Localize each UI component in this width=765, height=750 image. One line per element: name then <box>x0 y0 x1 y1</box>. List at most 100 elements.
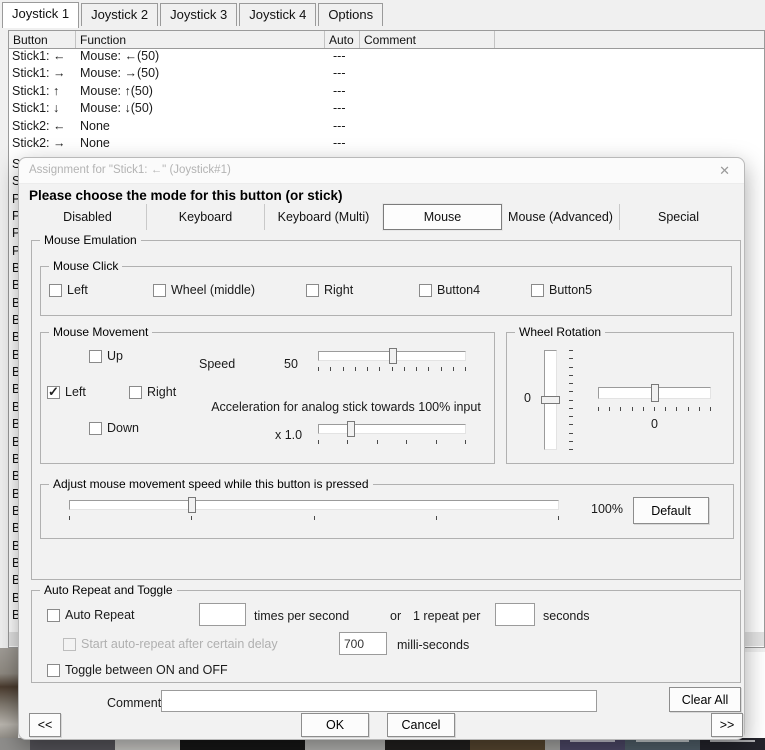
repeat-seconds-input[interactable] <box>495 603 535 626</box>
slider-track[interactable] <box>318 424 466 434</box>
group-title: Mouse Movement <box>49 325 153 339</box>
checkbox-label: Auto Repeat <box>65 608 135 622</box>
slider-track[interactable] <box>69 500 559 510</box>
wheel-horizontal-ticks <box>598 407 711 412</box>
checkbox-button5[interactable]: Button5 <box>531 283 592 297</box>
checkbox-box[interactable] <box>49 283 62 297</box>
row-button-cell: Stick2: → <box>12 135 66 150</box>
slider-thumb[interactable] <box>541 396 560 404</box>
checkbox-label: Button4 <box>437 283 481 297</box>
table-row[interactable]: Stick1: ↑ Mouse: ↑(50) --- <box>9 84 764 101</box>
column-header-auto[interactable]: Auto <box>325 31 360 48</box>
desktop-wallpaper-sliver <box>0 648 18 750</box>
checkbox-toggle-on-off[interactable]: Toggle between ON and OFF <box>47 663 228 677</box>
checkbox-box[interactable] <box>153 283 166 297</box>
group-adjust-speed: Adjust mouse movement speed while this b… <box>40 477 734 539</box>
tab-joystick-3[interactable]: Joystick 3 <box>160 3 238 26</box>
slider-thumb[interactable] <box>650 384 659 402</box>
checkbox-box[interactable] <box>47 608 60 622</box>
checkbox-box[interactable] <box>47 663 60 677</box>
row-auto-cell: --- <box>333 66 346 81</box>
checkbox-box[interactable] <box>89 349 102 363</box>
clear-all-button[interactable]: Clear All <box>669 687 741 712</box>
column-header-comment[interactable]: Comment <box>360 31 495 48</box>
mode-tab-keyboard-multi[interactable]: Keyboard (Multi) <box>265 204 383 230</box>
checkbox-wheel-middle[interactable]: Wheel (middle) <box>153 283 255 297</box>
row-button-cell: Stick2: ← <box>12 118 66 133</box>
ok-button[interactable]: OK <box>301 713 369 737</box>
column-header-button[interactable]: Button <box>9 31 76 48</box>
tab-joystick-1[interactable]: Joystick 1 <box>2 2 80 28</box>
wheel-vertical-slider[interactable] <box>541 350 560 450</box>
wheel-vertical-ticks <box>569 350 574 450</box>
wheel-horizontal-slider[interactable] <box>598 384 711 402</box>
row-auto-cell: --- <box>333 49 346 63</box>
checkbox-auto-repeat[interactable]: Auto Repeat <box>47 608 135 622</box>
row-function-cell: Mouse: ←(50) <box>80 49 160 63</box>
checkbox-label: Down <box>107 421 139 435</box>
checkbox-box[interactable] <box>129 385 142 399</box>
checkbox-box[interactable] <box>47 384 60 400</box>
adjust-speed-ticks <box>69 516 559 521</box>
tab-joystick-2[interactable]: Joystick 2 <box>81 3 159 26</box>
slider-thumb[interactable] <box>346 421 355 437</box>
group-mouse-click: Mouse Click Left Wheel (middle) Right Bu… <box>40 259 732 316</box>
default-button[interactable]: Default <box>633 497 709 524</box>
times-per-second-input[interactable] <box>199 603 246 626</box>
row-button-cell: Stick1: ↑ <box>12 83 60 98</box>
close-icon[interactable]: ✕ <box>719 163 730 179</box>
table-row[interactable]: Stick2: → None --- <box>9 136 764 153</box>
wheel-horizontal-value: 0 <box>651 417 658 431</box>
checkbox-label: Wheel (middle) <box>171 283 256 297</box>
delay-input[interactable] <box>339 632 387 655</box>
checkbox-start-delay[interactable]: Start auto-repeat after certain delay <box>63 637 278 651</box>
seconds-label: seconds <box>543 609 590 623</box>
checkbox-box[interactable] <box>63 637 76 651</box>
column-header-function[interactable]: Function <box>76 31 325 48</box>
cancel-button[interactable]: Cancel <box>387 713 455 737</box>
mode-tab-special[interactable]: Special <box>620 204 737 230</box>
checkbox-right-click[interactable]: Right <box>306 283 353 297</box>
checkbox-move-up[interactable]: Up <box>89 349 123 363</box>
acceleration-slider[interactable] <box>318 421 466 437</box>
slider-thumb[interactable] <box>389 348 398 364</box>
group-title: Auto Repeat and Toggle <box>40 583 177 597</box>
table-row[interactable]: Stick2: ← None --- <box>9 119 764 136</box>
checkbox-left-click[interactable]: Left <box>49 283 88 297</box>
assignment-dialog: Assignment for "Stick1: ←" (Joystick#1) … <box>18 157 745 740</box>
group-wheel-rotation: Wheel Rotation 0 0 <box>506 325 734 464</box>
checkbox-box[interactable] <box>89 421 102 435</box>
tab-options[interactable]: Options <box>318 3 384 26</box>
row-auto-cell: --- <box>333 118 346 133</box>
column-header-extra[interactable] <box>495 31 764 48</box>
checkbox-box[interactable] <box>419 283 432 297</box>
tab-joystick-4[interactable]: Joystick 4 <box>239 3 317 26</box>
mode-tab-keyboard[interactable]: Keyboard <box>147 204 265 230</box>
adjust-speed-slider[interactable] <box>69 497 559 513</box>
milliseconds-label: milli-seconds <box>397 638 470 652</box>
checkbox-button4[interactable]: Button4 <box>419 283 480 297</box>
mode-tab-mouse[interactable]: Mouse <box>383 204 502 230</box>
dialog-title: Assignment for "Stick1: ←" (Joystick#1) <box>29 164 231 176</box>
mode-tab-mouse-advanced[interactable]: Mouse (Advanced) <box>502 204 620 230</box>
table-row[interactable]: Stick1: → Mouse: →(50) --- <box>9 66 764 83</box>
comment-input[interactable] <box>161 690 597 712</box>
speed-slider[interactable] <box>318 348 466 364</box>
speed-value: 50 <box>284 357 298 371</box>
next-button[interactable]: >> <box>711 713 743 737</box>
checkbox-box[interactable] <box>531 283 544 297</box>
checkbox-move-left[interactable]: Left <box>47 384 86 400</box>
checkbox-label: Left <box>67 283 88 297</box>
slider-thumb[interactable] <box>187 497 196 513</box>
checkbox-move-right[interactable]: Right <box>129 385 176 399</box>
group-title: Mouse Emulation <box>40 233 141 247</box>
checkbox-label: Right <box>147 385 177 399</box>
previous-button[interactable]: << <box>29 713 61 737</box>
group-auto-repeat: Auto Repeat and Toggle Auto Repeat times… <box>31 583 741 683</box>
checkbox-move-down[interactable]: Down <box>89 421 139 435</box>
dialog-titlebar[interactable]: Assignment for "Stick1: ←" (Joystick#1) … <box>19 158 744 184</box>
checkbox-box[interactable] <box>306 283 319 297</box>
mode-tab-disabled[interactable]: Disabled <box>29 204 147 230</box>
table-row[interactable]: Stick1: ↓ Mouse: ↓(50) --- <box>9 101 764 118</box>
table-row[interactable]: Stick1: ← Mouse: ←(50) --- <box>9 49 764 66</box>
